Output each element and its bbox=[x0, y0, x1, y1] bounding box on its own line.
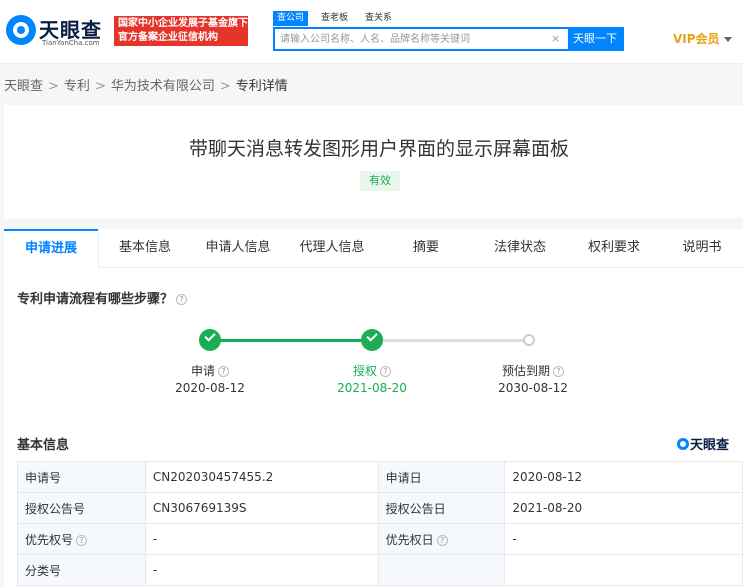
step-done-icon bbox=[199, 329, 221, 351]
brand-text: 天眼查 bbox=[690, 438, 730, 453]
search-tab-company[interactable]: 查公司 bbox=[273, 11, 309, 26]
field-label: 授权公告号 bbox=[17, 492, 146, 524]
tab-abstract[interactable]: 摘要 bbox=[379, 229, 473, 268]
search-button[interactable]: 天眼一下 bbox=[568, 29, 622, 49]
field-label: 优先权号? bbox=[17, 523, 146, 555]
field-label: 申请日 bbox=[377, 461, 506, 493]
table-row: 申请号 CN202030457455.2 申请日 2020-08-12 bbox=[17, 461, 743, 493]
step-label: 授权? bbox=[322, 362, 422, 379]
tab-basic-info[interactable]: 基本信息 bbox=[99, 229, 191, 268]
step-date: 2030-08-12 bbox=[498, 381, 568, 395]
step-date: 2021-08-20 bbox=[337, 381, 407, 395]
tab-agent-info[interactable]: 代理人信息 bbox=[285, 229, 379, 268]
chevron-down-icon bbox=[723, 37, 732, 42]
detail-tabs: 申请进展 基本信息 申请人信息 代理人信息 摘要 法律状态 权利要求 说明书 bbox=[4, 229, 743, 268]
clear-icon[interactable]: × bbox=[551, 32, 560, 45]
breadcrumb-current: 专利详情 bbox=[235, 79, 288, 94]
field-value: 2020-08-12 bbox=[504, 461, 743, 493]
step-label-text: 授权 bbox=[352, 364, 377, 378]
field-value: 2021-08-20 bbox=[504, 492, 743, 524]
field-value: - bbox=[144, 523, 379, 555]
help-icon[interactable]: ? bbox=[176, 294, 188, 305]
process-question: 专利申请流程有哪些步骤？? bbox=[17, 288, 188, 307]
status-badge: 有效 bbox=[360, 171, 400, 191]
help-icon[interactable]: ? bbox=[76, 534, 88, 546]
progress-line-pending bbox=[373, 339, 529, 342]
help-icon[interactable]: ? bbox=[218, 366, 229, 377]
patent-title: 带聊天消息转发图形用户界面的显示屏幕面板 bbox=[188, 138, 569, 160]
field-label: 优先权日? bbox=[377, 523, 506, 555]
step-done-icon bbox=[361, 329, 383, 351]
check-icon bbox=[366, 330, 378, 342]
patent-title-card: 带聊天消息转发图形用户界面的显示屏幕面板 有效 bbox=[4, 105, 743, 218]
field-value bbox=[504, 554, 743, 586]
breadcrumb-separator: > bbox=[48, 79, 59, 94]
field-label: 授权公告日 bbox=[377, 492, 506, 524]
step-pending-icon bbox=[523, 334, 535, 346]
help-icon[interactable]: ? bbox=[436, 534, 448, 546]
brand-watermark: 天眼查 bbox=[677, 434, 729, 453]
top-header: 天眼查 TianYanCha.com 国家中小企业发展子基金旗下 官方备案企业征… bbox=[0, 0, 743, 64]
table-row: 分类号 - bbox=[17, 554, 743, 586]
step-date: 2020-08-12 bbox=[175, 381, 245, 395]
breadcrumb: 天眼查 > 专利 > 华为技术有限公司 > 专利详情 bbox=[4, 75, 288, 94]
breadcrumb-separator: > bbox=[219, 79, 231, 94]
field-value: CN306769139S bbox=[144, 492, 379, 524]
step-label-text: 预估到期 bbox=[501, 364, 550, 378]
vip-label: VIP会员 bbox=[673, 32, 720, 46]
field-label-text: 优先权日 bbox=[385, 532, 434, 547]
logo-domain: TianYanCha.com bbox=[42, 39, 100, 47]
tab-description[interactable]: 说明书 bbox=[661, 229, 743, 268]
breadcrumb-company[interactable]: 华为技术有限公司 bbox=[111, 79, 215, 94]
help-icon[interactable]: ? bbox=[380, 366, 391, 377]
tab-legal-status[interactable]: 法律状态 bbox=[473, 229, 567, 268]
field-value: - bbox=[504, 523, 743, 555]
breadcrumb-patent[interactable]: 专利 bbox=[64, 79, 90, 94]
search-tab-relation[interactable]: 查关系 bbox=[361, 11, 396, 26]
field-label bbox=[377, 554, 506, 586]
tab-claims[interactable]: 权利要求 bbox=[567, 229, 661, 268]
field-value: - bbox=[144, 554, 379, 586]
basic-info-table: 申请号 CN202030457455.2 申请日 2020-08-12 授权公告… bbox=[17, 461, 743, 586]
help-icon[interactable]: ? bbox=[553, 366, 564, 377]
step-label: 预估到期? bbox=[483, 362, 583, 379]
table-row: 授权公告号 CN306769139S 授权公告日 2021-08-20 bbox=[17, 492, 743, 524]
section-title: 基本信息 bbox=[17, 438, 70, 453]
field-label: 申请号 bbox=[17, 461, 146, 493]
badge-line-1: 国家中小企业发展子基金旗下 bbox=[118, 18, 248, 29]
check-icon bbox=[204, 330, 216, 342]
search-box: × 天眼一下 bbox=[273, 27, 624, 51]
breadcrumb-home[interactable]: 天眼查 bbox=[4, 79, 43, 94]
official-badge: 国家中小企业发展子基金旗下 官方备案企业征信机构 bbox=[114, 16, 248, 46]
logo-eye-icon bbox=[6, 15, 36, 45]
progress-line-complete bbox=[210, 339, 373, 342]
breadcrumb-separator: > bbox=[94, 79, 106, 94]
logo-eye-icon bbox=[677, 438, 689, 450]
step-label-text: 申请 bbox=[190, 364, 215, 378]
field-label-text: 优先权号 bbox=[25, 532, 74, 547]
tab-applicant-info[interactable]: 申请人信息 bbox=[191, 229, 285, 268]
table-row: 优先权号? - 优先权日? - bbox=[17, 523, 743, 555]
field-value: CN202030457455.2 bbox=[144, 461, 379, 493]
tab-application-progress[interactable]: 申请进展 bbox=[4, 229, 98, 268]
step-label: 申请? bbox=[160, 362, 260, 379]
badge-line-2: 官方备案企业征信机构 bbox=[118, 32, 218, 43]
search-input[interactable] bbox=[275, 29, 553, 49]
tianyancha-logo[interactable]: 天眼查 TianYanCha.com bbox=[6, 15, 106, 47]
field-label: 分类号 bbox=[17, 554, 146, 586]
search-tab-boss[interactable]: 查老板 bbox=[317, 11, 352, 26]
process-question-text: 专利申请流程有哪些步骤？ bbox=[17, 292, 174, 307]
vip-menu[interactable]: VIP会员 bbox=[673, 30, 732, 47]
progress-timeline: 申请? 2020-08-12 授权? 2021-08-20 预估到期? 2030… bbox=[4, 321, 743, 401]
patent-detail-content: 申请进展 基本信息 申请人信息 代理人信息 摘要 法律状态 权利要求 说明书 专… bbox=[4, 229, 743, 587]
